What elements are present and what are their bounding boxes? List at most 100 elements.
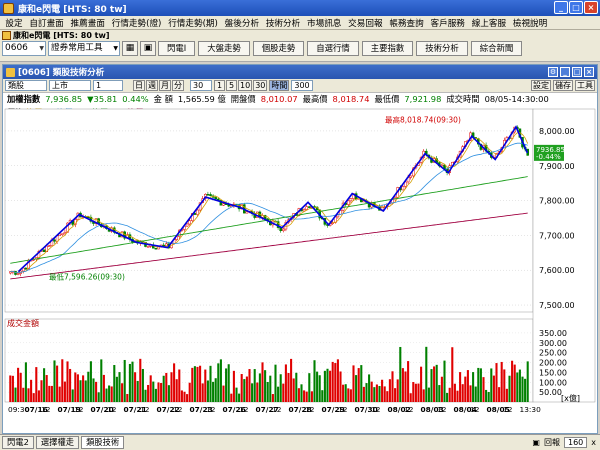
menu-item-11[interactable]: 線上客服 [468,17,509,29]
menu-item-2[interactable]: 推薦畫面 [67,17,108,29]
candle-body-6 [24,267,28,270]
volume-bar-139 [370,381,373,402]
menu-item-12[interactable]: 檢視說明 [509,17,550,29]
volume-bar-171 [453,383,456,402]
volume-bar-50 [139,358,142,402]
volume-bar-80 [217,363,220,402]
volume-bar-2 [14,387,17,402]
minimize-button[interactable]: _ [554,1,568,14]
volume-bar-69 [188,382,191,402]
volume-bar-102 [274,364,277,402]
candle-body-56 [154,247,158,250]
volume-bar-62 [170,372,173,402]
volume-bar-68 [186,394,189,402]
x-tick-label-18: 12 [305,405,314,414]
menu-item-8[interactable]: 交易回報 [345,17,386,29]
volume-bar-118 [316,371,319,402]
menu-item-7[interactable]: 市場訊息 [304,17,345,29]
volume-bar-45 [126,393,129,402]
menu-item-10[interactable]: 客戶服務 [427,17,468,29]
volume-bar-0 [9,375,12,402]
zoom-value[interactable]: 160 [563,437,588,448]
volume-bar-182 [482,377,485,402]
report-icon[interactable]: ▣ [532,438,540,447]
candle-body-76 [206,194,210,196]
volume-tick-label-6: 350.00 [539,329,567,338]
x-tick-label-16: 12 [272,405,281,414]
candle-body-77 [209,194,212,196]
candle-body-20 [61,233,64,236]
window-title: 康和e閃電 [HTS: 80 tw] [18,4,127,15]
menu-item-1[interactable]: 自訂畫面 [26,17,67,29]
menu-item-3[interactable]: 行情走勢(證) [108,17,164,29]
toolbar-button-2[interactable]: 個股走勢 [252,41,305,56]
volume-bar-52 [144,389,147,402]
volume-bar-132 [352,365,355,402]
grid-icon[interactable]: ▦ [122,41,138,56]
volume-bar-57 [157,382,160,402]
toolbar-button-4[interactable]: 主要指數 [361,41,414,56]
volume-bar-153 [407,361,410,402]
volume-bar-162 [430,369,433,402]
volume-bar-147 [391,371,394,402]
toolbar-button-6[interactable]: 綜合新聞 [470,41,523,56]
volume-bar-88 [238,393,241,402]
menu-item-6[interactable]: 技術分析 [262,17,303,29]
volume-bar-66 [180,390,183,402]
volume-bar-149 [396,379,399,402]
volume-bar-112 [300,384,303,402]
status-tab-1[interactable]: 選擇權走 [35,436,80,449]
volume-tick-label-4: 250.00 [539,349,567,358]
volume-bar-26 [76,374,79,402]
toolbar-button-1[interactable]: 大盤走勢 [198,41,250,56]
volume-bar-197 [521,376,524,402]
x-tick-label-14: 12 [239,405,248,414]
volume-bar-27 [79,380,82,402]
volume-bar-14 [45,375,48,402]
status-close-icon[interactable]: x [591,438,596,447]
volume-bar-117 [313,360,316,402]
menu-item-4[interactable]: 行情走勢(期) [165,17,221,29]
report-label[interactable]: 回報 [544,437,560,448]
volume-bar-178 [472,372,475,402]
price-tick-label-3: 7,800.00 [539,197,575,206]
volume-bar-71 [193,366,196,402]
volume-bar-144 [383,386,386,402]
window-icon[interactable]: ▣ [140,41,156,56]
candle-body-15 [48,245,51,247]
status-tab-2[interactable]: 類股技術 [81,436,125,449]
volume-bar-187 [495,363,498,402]
volume-bar-51 [141,368,144,402]
volume-bar-41 [115,376,118,402]
menu-item-9[interactable]: 帳務查詢 [386,17,427,29]
candle-body-17 [53,239,56,242]
volume-bar-129 [344,384,347,402]
toolbar-button-3[interactable]: 自選行情 [307,41,359,56]
volume-bar-134 [357,368,360,402]
volume-label: 成交金額 [7,318,39,328]
close-button[interactable]: × [584,1,598,14]
volume-bar-25 [74,372,77,402]
volume-bar-170 [451,347,454,402]
candle-body-60 [165,243,168,246]
menu-item-0[interactable]: 設定 [2,17,26,29]
maximize-button[interactable]: □ [569,1,583,14]
price-tick-label-4: 7,900.00 [539,162,575,171]
volume-tick-label-0: 50.00 [539,388,562,397]
toolbar-button-5[interactable]: 技術分析 [416,41,468,56]
volume-bar-47 [131,361,134,402]
volume-bar-55 [152,381,155,402]
volume-bar-185 [490,368,493,402]
toolbar-button-0[interactable]: 閃電I [158,41,196,56]
x-tick-label-22: 12 [371,405,380,414]
candlestick-chart[interactable]: 7,500.00 7,600.00 7,700.00 7,800.00 7,900.00… [3,65,597,433]
volume-bar-18 [56,365,59,402]
volume-bar-33 [95,381,98,402]
stock-code-input[interactable]: 0606 [2,41,46,56]
volume-bar-161 [427,387,430,402]
menu-item-5[interactable]: 盤後分析 [221,17,262,29]
volume-bar-84 [227,364,230,402]
volume-tick-label-2: 150.00 [539,368,567,377]
status-tab-0[interactable]: 閃電2 [2,436,34,449]
tool-select[interactable]: 證券常用工具 [48,41,120,56]
